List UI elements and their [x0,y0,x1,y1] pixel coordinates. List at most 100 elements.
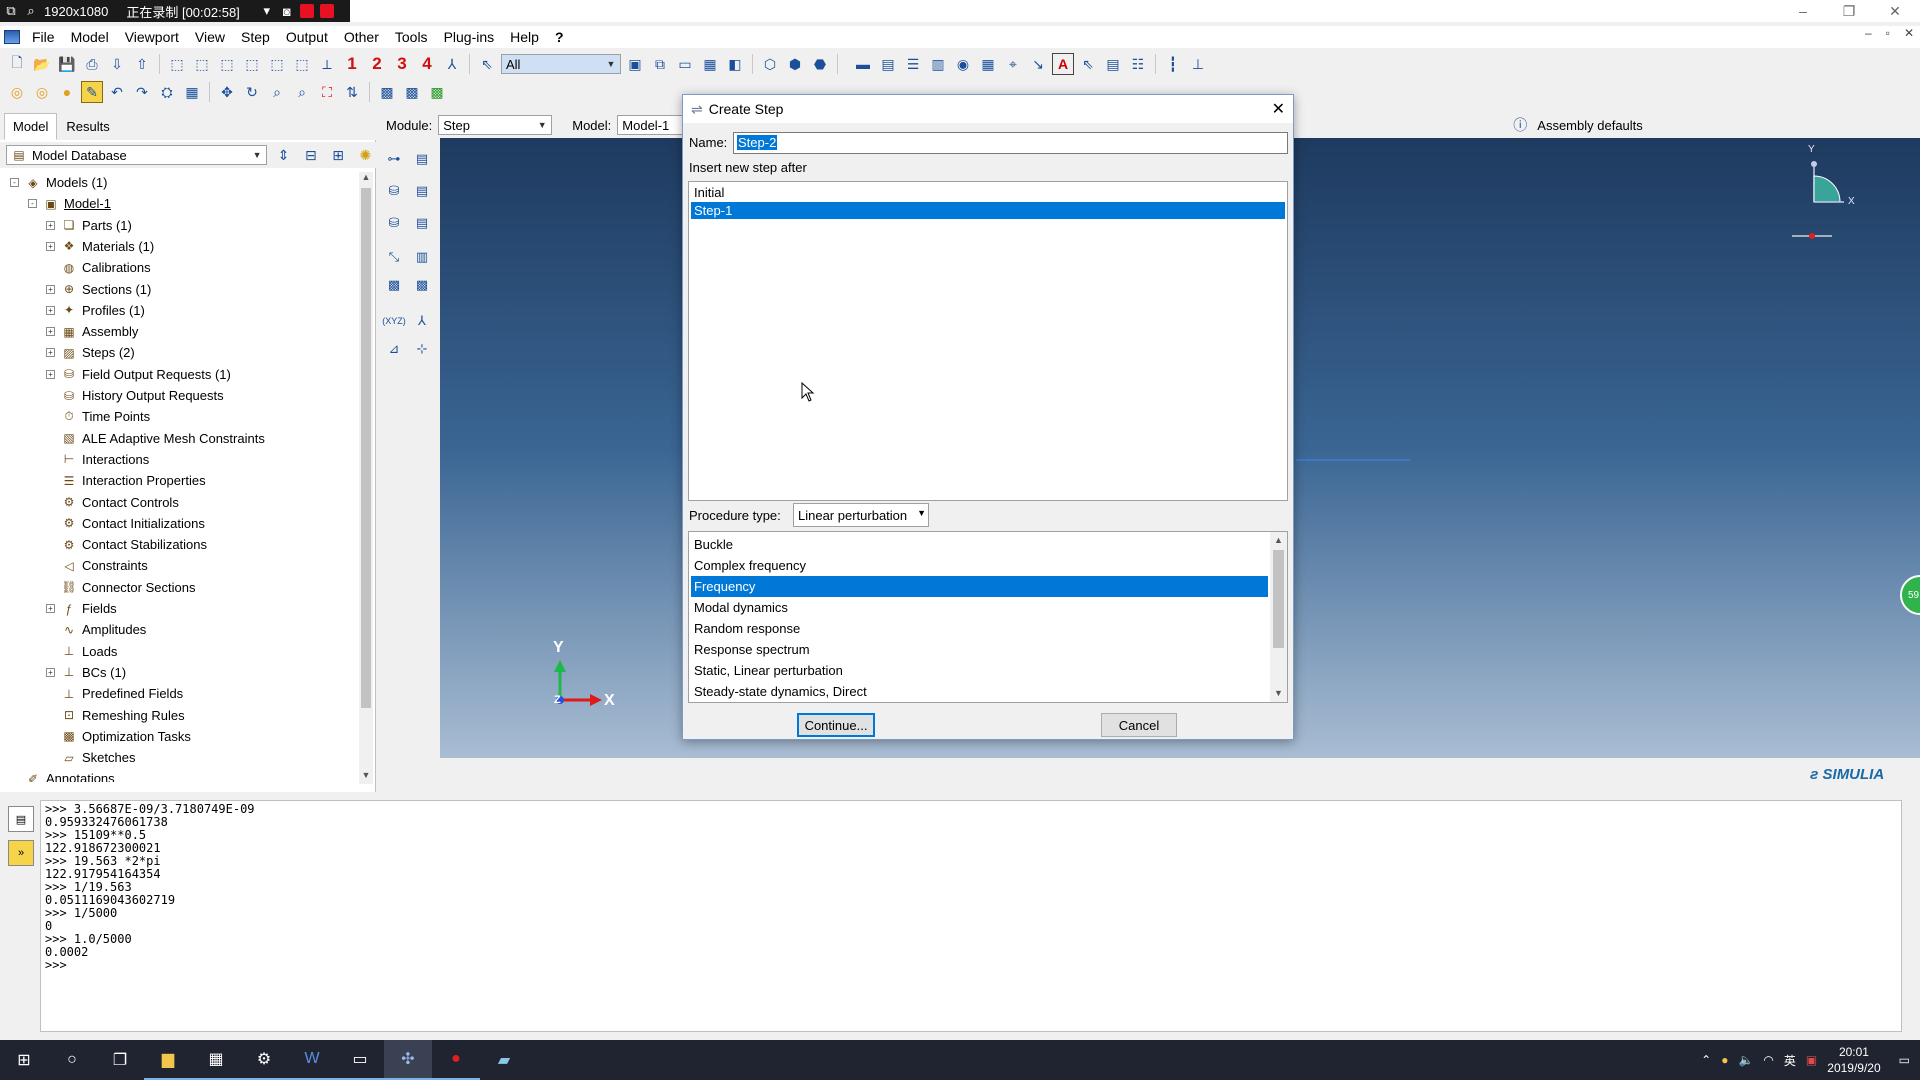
pointer-icon[interactable]: ⇖ [1077,53,1099,75]
fit-view-icon[interactable]: ⛶ [316,81,338,103]
ime-indicator[interactable]: 英 [1784,1052,1796,1069]
procedure-list-item[interactable]: Steady-state dynamics, Direct [691,681,1268,702]
procedure-list-item[interactable]: Random response [691,618,1268,639]
datum-axis-icon[interactable]: ⅄ [410,310,434,332]
selection-filter-combo[interactable]: All ▼ [501,54,621,74]
viewport-layout-2-icon[interactable]: ▤ [877,53,899,75]
tree-item[interactable]: ⊢ Interactions [46,449,149,470]
expand-icon[interactable]: + [46,348,55,358]
print-icon[interactable]: ⎙ [81,53,103,75]
procedure-list-item[interactable]: Response spectrum [691,639,1268,660]
collapse-icon[interactable]: - [10,178,19,187]
tree-item[interactable]: + ƒ Fields [46,598,117,619]
step-list-item[interactable]: Step-1 [691,201,1285,219]
axis-icon[interactable]: ⅄ [441,53,463,75]
abaqus-icon[interactable]: ✣ [384,1040,432,1080]
word-icon[interactable]: W [288,1040,336,1080]
cycle-views-icon[interactable]: ⇅ [341,81,363,103]
tree-item[interactable]: ▱ Sketches [46,747,135,768]
redo-icon[interactable]: ↷ [131,81,153,103]
tree-item[interactable]: ⊥ Loads [46,641,118,662]
procedure-scrollbar[interactable]: ▲ ▼ [1270,532,1287,702]
step-name-input[interactable]: Step-2 [733,132,1288,154]
start-icon[interactable]: ⊞ [0,1040,48,1080]
notification-icon[interactable]: ▭ [1899,1053,1910,1067]
tree-item[interactable]: - ◈ Models (1) [10,172,107,193]
tree-item[interactable]: ∿ Amplitudes [46,619,146,640]
scrollbar-thumb[interactable] [1273,550,1284,648]
undo-icon[interactable]: ↶ [106,81,128,103]
sphere-icon[interactable]: ● [56,81,78,103]
tree-collapse-icon[interactable]: ⊟ [300,144,321,166]
tray-app-icon-2[interactable]: ▣ [1806,1053,1817,1067]
procedure-list-item[interactable]: Modal dynamics [691,597,1268,618]
menu-other[interactable]: Other [336,29,387,45]
pan-tool-icon[interactable]: ✎ [81,81,103,103]
stop-icon[interactable] [319,4,334,18]
csys-icon[interactable]: (XYZ) [382,310,406,332]
menu-plugins[interactable]: Plug-ins [436,29,503,45]
minimize-button[interactable]: – [1780,0,1826,22]
menu-step[interactable]: Step [233,29,278,45]
procedure-list-item[interactable]: Buckle [691,534,1268,555]
scroll-down-icon[interactable]: ▼ [359,770,373,784]
view-yz-icon[interactable]: ⬚ [266,53,288,75]
menu-model[interactable]: Model [63,29,117,45]
dropdown-icon[interactable]: ▾ [260,3,274,18]
tree-item[interactable]: + ▦ Assembly [46,321,138,342]
python-console[interactable]: >>> 3.56687E-09/3.7180749E-09 0.95933247… [40,800,1902,1032]
viewport-layout-4-icon[interactable]: ▥ [927,53,949,75]
tree-item[interactable]: ▩ Optimization Tasks [46,726,191,747]
tree-item[interactable]: ⚙ Contact Controls [46,492,179,513]
datum-point-icon[interactable]: ⊹ [410,338,434,360]
shaded-icon[interactable]: ◧ [724,53,746,75]
expand-icon[interactable]: + [46,369,55,379]
help-circle-icon[interactable]: ⓘ [1509,114,1531,136]
clock[interactable]: 20:01 2019/9/20 [1827,1044,1880,1076]
history-output-icon[interactable]: ⛁ [382,212,406,234]
select-mode-icon[interactable]: ▣ [624,53,646,75]
terminal-icon[interactable]: ▭ [336,1040,384,1080]
box-select-icon[interactable]: ⧉ [649,53,671,75]
step-list-item[interactable]: Initial [691,184,1285,201]
restore-button[interactable]: ❐ [1826,0,1872,22]
tree-filter-icon[interactable]: ⊞ [328,144,349,166]
tree-item[interactable]: + ⛁ Field Output Requests (1) [46,364,231,385]
expand-icon[interactable]: + [46,284,55,294]
view-zy-icon[interactable]: ⬚ [291,53,313,75]
new-file-icon[interactable]: 🗋 [6,53,28,75]
step-3-button[interactable]: 3 [391,54,413,74]
step-manager-icon[interactable]: ▤ [410,148,434,170]
pause-icon[interactable] [299,4,314,18]
close-window-button[interactable]: ✕ [1872,0,1918,22]
table-view-icon[interactable]: ▦ [181,81,203,103]
cortana-icon[interactable]: ○ [48,1040,96,1080]
render-icon[interactable]: ▦ [699,53,721,75]
scrollbar-thumb[interactable] [361,188,371,708]
notes-icon[interactable]: ▰ [480,1040,528,1080]
network-icon[interactable]: ◠ [1763,1053,1773,1067]
view-xz-icon[interactable]: ⬚ [216,53,238,75]
module-combo[interactable]: Step ▼ [438,115,553,135]
tree-item[interactable]: + ⊕ Sections (1) [46,279,151,300]
tree-item[interactable]: ⛁ History Output Requests [46,385,224,406]
tree-item[interactable]: ⊥ Predefined Fields [46,683,183,704]
solid-icon[interactable]: ⬣ [809,53,831,75]
mdi-close-icon[interactable]: ✕ [1904,26,1914,40]
viewport-layout-3-icon[interactable]: ☰ [902,53,924,75]
recorder-icon[interactable]: ● [432,1040,480,1080]
model-combo[interactable]: Model-1 [617,115,684,135]
select-arrow-icon[interactable]: ⇖ [476,53,498,75]
procedure-list-item[interactable]: Static, Linear perturbation [691,660,1268,681]
expand-icon[interactable]: + [46,604,55,613]
menu-view[interactable]: View [187,29,233,45]
step-2-button[interactable]: 2 [366,54,388,74]
query-icon[interactable]: ⌖ [1002,53,1024,75]
scroll-down-icon[interactable]: ▼ [1270,685,1287,702]
tree-item[interactable]: + ✦ Profiles (1) [46,300,145,321]
display-group-all-icon[interactable]: ▩ [426,81,448,103]
tree-item[interactable]: ◁ Constraints [46,555,147,576]
view-iso-icon[interactable]: ⟂ [316,53,338,75]
volume-icon[interactable]: 🔈 [1738,1053,1753,1067]
open-file-icon[interactable]: 📂 [31,53,53,75]
